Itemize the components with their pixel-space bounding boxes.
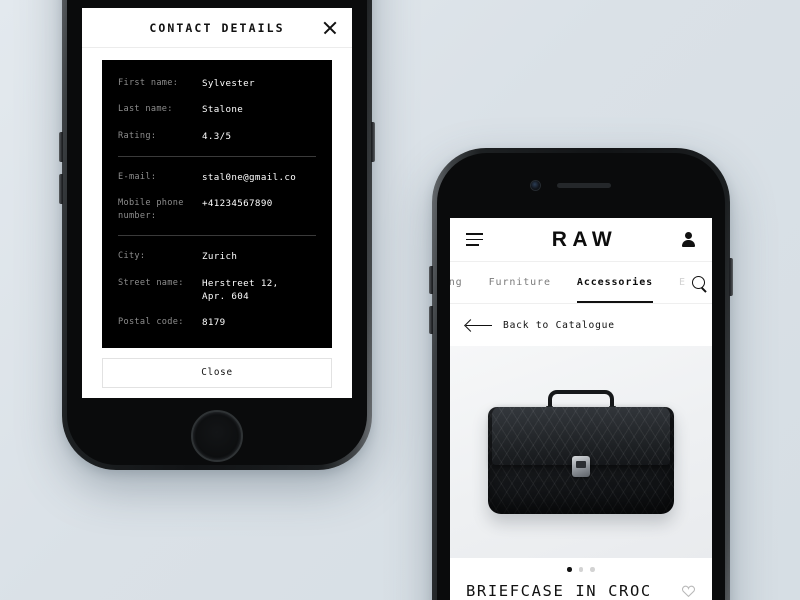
volume-down-button[interactable] (59, 174, 63, 204)
field-label: Street name: (118, 277, 184, 288)
power-button[interactable] (371, 122, 375, 162)
detail-row: First name: Sylvester (118, 77, 316, 90)
brand-logo: RAW (551, 227, 618, 251)
field-label: E-mail: (118, 172, 157, 183)
detail-row: Last name: Stalone (118, 103, 316, 116)
left-phone-device: CONTACT DETAILS First name: Sylvester La… (59, 0, 375, 470)
field-value: +41234567890 (202, 198, 273, 210)
modal-header: CONTACT DETAILS (82, 8, 352, 48)
home-button[interactable] (191, 410, 243, 462)
tab-clothing[interactable]: thing (450, 262, 463, 303)
close-icon[interactable] (322, 20, 338, 36)
detail-row: Street name: Herstreet 12, Apr. 604 (118, 277, 316, 304)
back-to-catalogue-link[interactable]: Back to Catalogue (450, 304, 712, 346)
detail-row: Postal code: 8179 (118, 316, 316, 329)
field-value: Sylvester (202, 78, 255, 89)
briefcase-lock (572, 456, 590, 477)
carousel-dot[interactable] (567, 567, 572, 572)
field-value: Zurich (202, 251, 238, 263)
field-label: City: (118, 251, 146, 262)
arrow-left-icon (466, 320, 492, 330)
field-value: 4.3/5 (202, 130, 232, 142)
user-account-icon[interactable] (681, 231, 696, 248)
field-value: Stalone (202, 104, 244, 116)
carousel-dots (450, 558, 712, 572)
hamburger-menu-icon[interactable] (466, 232, 483, 247)
detail-row: E-mail: stal0ne@gmail.co (118, 171, 316, 184)
volume-down-button[interactable] (429, 306, 433, 334)
detail-row: City: Zurich (118, 250, 316, 263)
field-label: First name: (118, 78, 179, 88)
contact-details-card: First name: Sylvester Last name: Stalone… (102, 60, 332, 348)
volume-up-button[interactable] (429, 266, 433, 294)
product-title: BRIEFCASE IN CROC (466, 581, 652, 600)
carousel-dot[interactable] (578, 567, 584, 572)
carousel-dot[interactable] (590, 567, 595, 572)
tab-scroll-container[interactable]: thing Furniture Accessories E (450, 262, 686, 303)
left-phone-screen: CONTACT DETAILS First name: Sylvester La… (82, 8, 352, 398)
field-value: stal0ne@gmail.co (202, 172, 297, 184)
volume-up-button[interactable] (59, 132, 63, 162)
tab-electronics[interactable]: E (679, 262, 686, 303)
field-label: Rating: (118, 130, 157, 141)
detail-row: Mobile phone number: +41234567890 (118, 197, 316, 222)
right-phone-device: RAW thing Furniture Accessories E Back t… (429, 148, 733, 600)
category-tabs: thing Furniture Accessories E (450, 262, 712, 304)
front-camera (531, 181, 540, 190)
right-phone-screen: RAW thing Furniture Accessories E Back t… (450, 218, 712, 600)
tab-accessories[interactable]: Accessories (576, 262, 654, 303)
product-image[interactable] (450, 346, 712, 558)
modal-body: First name: Sylvester Last name: Stalone… (82, 48, 352, 348)
product-title-row: BRIEFCASE IN CROC (450, 571, 712, 600)
field-label: Mobile phone number: (118, 198, 184, 221)
search-icon[interactable] (691, 275, 706, 290)
divider (118, 235, 316, 237)
divider (118, 156, 316, 158)
power-button[interactable] (729, 258, 733, 296)
briefcase-illustration (488, 390, 674, 514)
field-label: Last name: (118, 104, 173, 115)
tab-furniture[interactable]: Furniture (489, 262, 551, 303)
field-value: 8179 (202, 317, 226, 329)
detail-row: Rating: 4.3/5 (118, 130, 316, 143)
field-label: Postal code: (118, 317, 184, 328)
search-button[interactable] (685, 262, 712, 303)
back-label: Back to Catalogue (503, 319, 615, 331)
field-value: Herstreet 12, Apr. 604 (202, 277, 279, 302)
shop-header: RAW (450, 218, 712, 262)
page-title: CONTACT DETAILS (149, 20, 285, 35)
heart-icon[interactable] (681, 584, 696, 598)
modal-footer: Close (82, 348, 352, 388)
close-button[interactable]: Close (102, 357, 332, 388)
earpiece-speaker (557, 183, 611, 188)
